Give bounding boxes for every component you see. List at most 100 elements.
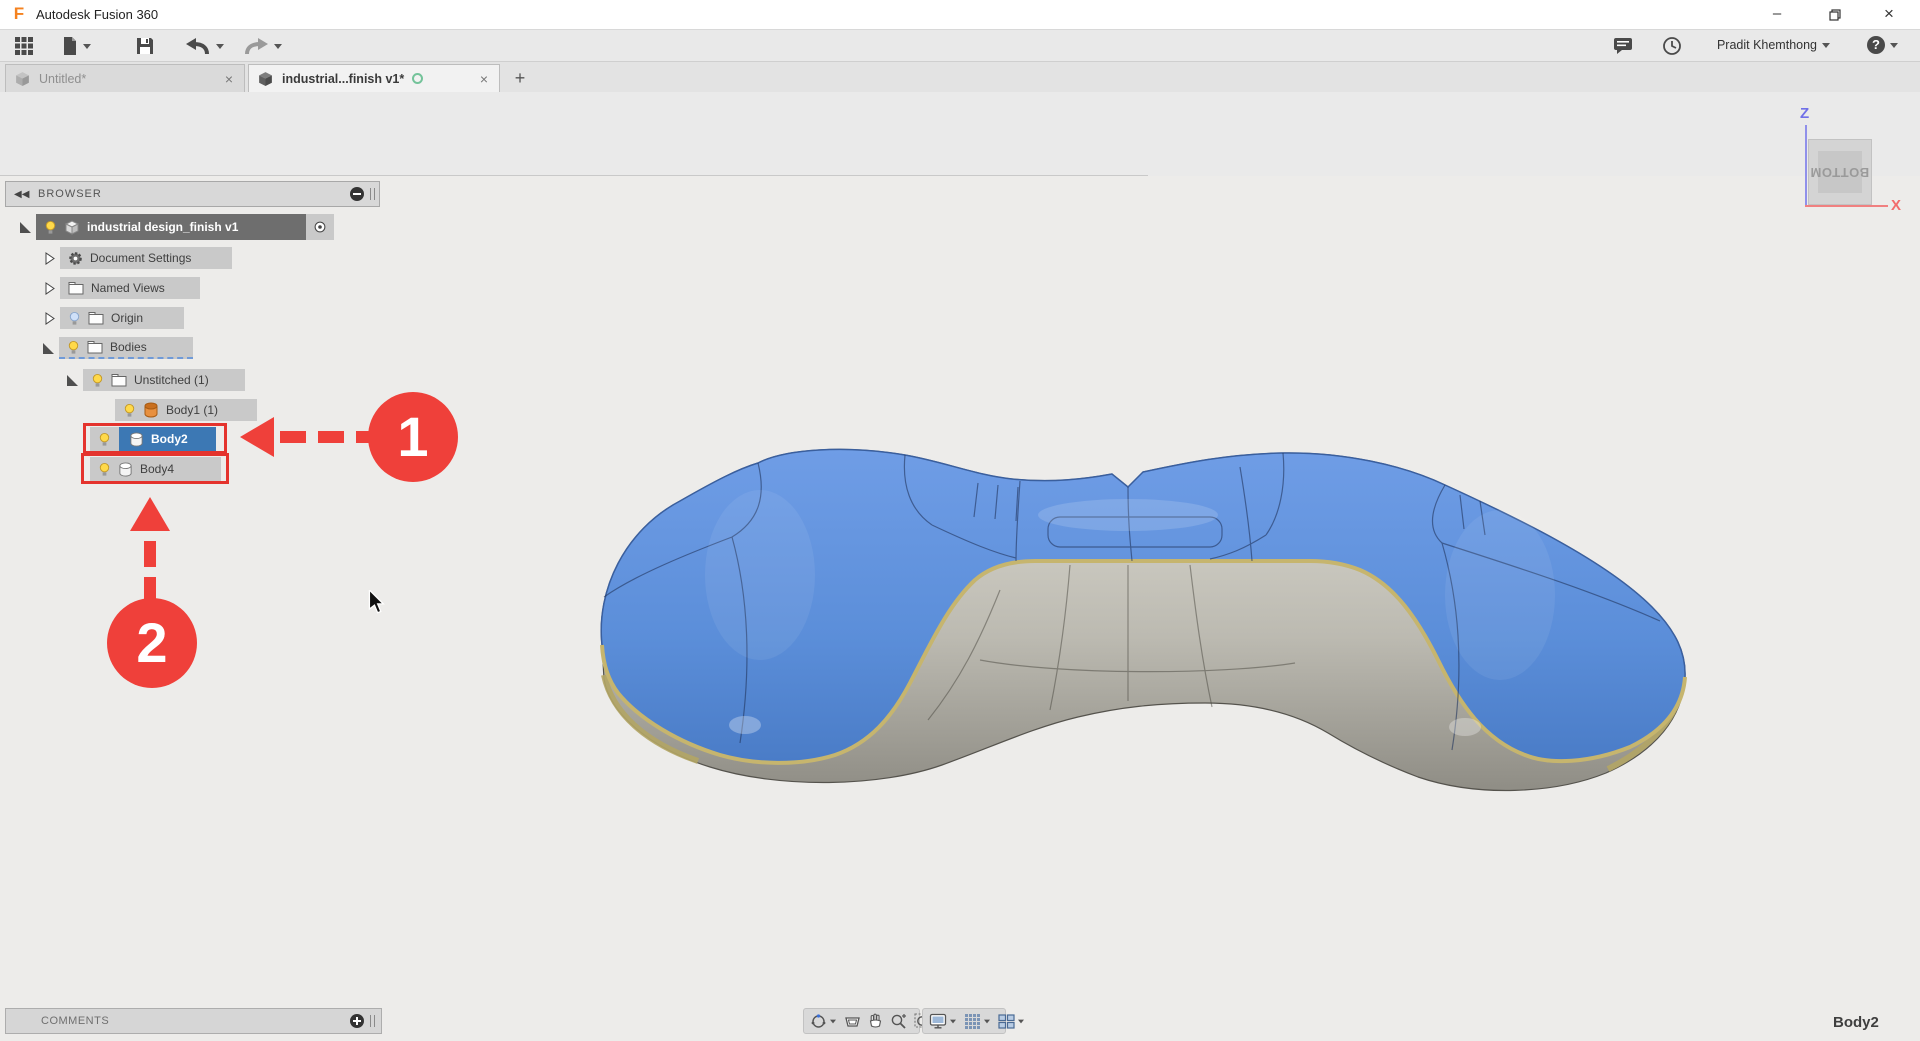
tree-row-root[interactable]: industrial design_finish v1: [20, 214, 334, 240]
row-label: Body4: [140, 462, 174, 476]
folder-icon: [68, 281, 84, 295]
tree-row-bodies[interactable]: Bodies: [43, 337, 193, 359]
folder-icon: [87, 340, 103, 354]
grid-settings-tool[interactable]: [964, 1013, 991, 1030]
help-caret: [1890, 43, 1898, 48]
row-label: Bodies: [110, 340, 147, 354]
row-label: Unstitched (1): [134, 373, 209, 387]
help-icon: ?: [1867, 36, 1885, 54]
minimize-button[interactable]: –: [1754, 0, 1800, 30]
comments-panel[interactable]: COMMENTS: [5, 1008, 382, 1034]
expander-closed-icon[interactable]: [45, 282, 55, 295]
expander-closed-icon[interactable]: [45, 252, 55, 265]
bulb-on-icon[interactable]: [44, 220, 57, 235]
tree-row-origin[interactable]: Origin: [45, 307, 184, 329]
bulb-off-icon[interactable]: [68, 311, 81, 326]
close-button[interactable]: ×: [1866, 0, 1912, 30]
user-menu-caret: [1822, 43, 1830, 48]
fusion-logo-icon: F: [10, 5, 28, 23]
comments-expand-icon[interactable]: [350, 1014, 364, 1028]
tab-close-icon[interactable]: ×: [477, 71, 491, 87]
job-status-clock-icon[interactable]: [1662, 35, 1682, 57]
bulb-on-icon[interactable]: [98, 432, 111, 447]
tree-row-body1[interactable]: Body1 (1): [115, 399, 257, 421]
bulb-on-icon[interactable]: [91, 373, 104, 388]
window-title: Autodesk Fusion 360: [36, 7, 158, 22]
bulb-on-icon[interactable]: [123, 403, 136, 418]
grid-caret[interactable]: [984, 1019, 990, 1023]
controller-3d-model[interactable]: [580, 425, 1720, 820]
file-menu-button[interactable]: [62, 35, 91, 57]
browser-title: BROWSER: [38, 188, 102, 200]
user-name: Pradit Khemthong: [1717, 38, 1817, 52]
tree-row-named-views[interactable]: Named Views: [45, 277, 200, 299]
orbit-tool[interactable]: [810, 1013, 837, 1030]
bulb-on-icon[interactable]: [67, 340, 80, 355]
surface-body-icon: [143, 402, 159, 418]
tree-row-unstitched[interactable]: Unstitched (1): [67, 369, 245, 391]
file-menu-caret: [83, 44, 91, 49]
app-grid-icon[interactable]: [14, 35, 34, 57]
viewports-tool[interactable]: [998, 1014, 1025, 1029]
expander-open-icon[interactable]: [43, 343, 54, 354]
viewports-caret[interactable]: [1018, 1019, 1024, 1023]
user-account-menu[interactable]: Pradit Khemthong: [1717, 38, 1830, 52]
tab-label: Untitled*: [39, 72, 86, 86]
redo-button[interactable]: [243, 35, 282, 57]
browser-header[interactable]: ◀◀ BROWSER: [5, 181, 380, 207]
save-button[interactable]: [136, 35, 154, 57]
comments-label: COMMENTS: [41, 1015, 109, 1027]
panel-grip[interactable]: [370, 188, 375, 200]
activate-component-icon[interactable]: [314, 219, 326, 235]
row-label: Named Views: [91, 281, 165, 295]
new-tab-button[interactable]: +: [508, 66, 532, 90]
expander-open-icon[interactable]: [20, 222, 31, 233]
row-label: Origin: [111, 311, 143, 325]
expander-open-icon[interactable]: [67, 375, 78, 386]
x-axis-label: X: [1891, 197, 1901, 214]
restore-icon: [1829, 9, 1841, 21]
component-cube-icon: [64, 219, 80, 235]
comments-feed-icon[interactable]: [1613, 35, 1633, 57]
panel-minimize-icon[interactable]: [350, 187, 364, 201]
help-menu[interactable]: ?: [1867, 36, 1898, 54]
tree-row-body4[interactable]: Body4: [90, 457, 221, 481]
look-at-tool[interactable]: [844, 1014, 861, 1029]
document-icon: [14, 70, 31, 87]
expander-closed-icon[interactable]: [45, 312, 55, 325]
tree-row-document-settings[interactable]: Document Settings: [45, 247, 232, 269]
tab-untitled[interactable]: Untitled* ×: [5, 64, 245, 92]
solid-body-icon: [118, 462, 133, 477]
z-axis-label: Z: [1800, 105, 1809, 122]
row-label: Body1 (1): [166, 403, 218, 417]
view-cube-face[interactable]: BOTTOM: [1808, 139, 1872, 205]
tree-row-body2[interactable]: Body2: [90, 427, 216, 451]
panel-grip[interactable]: [370, 1015, 375, 1027]
tab-industrial-design[interactable]: industrial...finish v1* ×: [248, 64, 500, 92]
pan-tool[interactable]: [868, 1013, 883, 1029]
display-settings-tool[interactable]: [929, 1013, 957, 1029]
undo-button[interactable]: [185, 35, 224, 57]
browser-panel: ◀◀ BROWSER industrial design_finish v1 D…: [5, 181, 383, 501]
orbit-caret[interactable]: [830, 1019, 836, 1023]
view-cube[interactable]: Z BOTTOM X: [1793, 103, 1908, 218]
view-cube-face-label: BOTTOM: [1810, 165, 1869, 180]
collapse-panel-icon[interactable]: ◀◀: [14, 189, 29, 200]
bulb-on-icon[interactable]: [98, 462, 111, 477]
row-label: Document Settings: [90, 251, 191, 265]
document-icon: [257, 70, 274, 87]
zoom-tool[interactable]: [890, 1013, 907, 1030]
view-cube-face-inner[interactable]: BOTTOM: [1818, 151, 1862, 193]
app-toolbar: Pradit Khemthong ?: [0, 30, 1920, 62]
x-axis-line: [1805, 205, 1888, 207]
tab-close-icon[interactable]: ×: [222, 71, 236, 87]
maximize-button[interactable]: [1812, 0, 1858, 30]
redo-caret[interactable]: [274, 44, 282, 49]
folder-icon: [111, 373, 127, 387]
gear-icon: [68, 251, 83, 266]
ribbon-toolbar: MODEL SKETCH: [0, 92, 1920, 176]
display-caret[interactable]: [950, 1019, 956, 1023]
undo-caret[interactable]: [216, 44, 224, 49]
sync-status-icon: [412, 73, 423, 84]
document-tab-bar: Untitled* × industrial...finish v1* × +: [0, 62, 1920, 92]
